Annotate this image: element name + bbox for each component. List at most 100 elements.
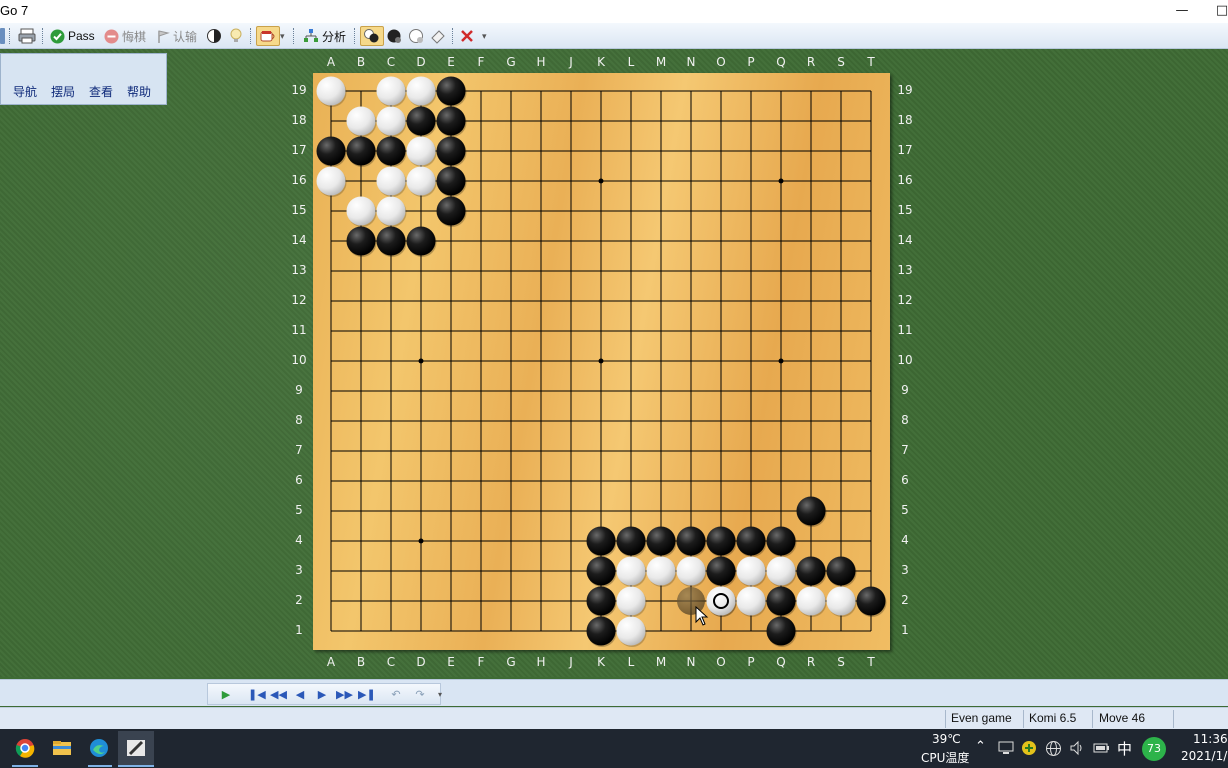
play-icon[interactable]: ▶	[218, 688, 234, 702]
next-move-icon[interactable]: ▶	[314, 688, 330, 702]
black-stone-icon	[387, 29, 401, 43]
clock-time[interactable]: 11:36	[1193, 732, 1228, 746]
previous-move-icon[interactable]: ◀	[292, 688, 308, 702]
row-label-left: 2	[295, 593, 303, 607]
white-stone	[616, 556, 646, 586]
column-label-top: H	[536, 55, 546, 69]
plus-badge-icon[interactable]	[1021, 740, 1037, 756]
undo-button[interactable]: 悔棋	[104, 26, 146, 46]
column-label-bottom: N	[686, 655, 696, 669]
row-label-left: 1	[295, 623, 303, 637]
row-label-right: 19	[897, 83, 913, 97]
board-grid[interactable]	[313, 73, 890, 650]
active-indicator	[118, 765, 154, 767]
minimize-button[interactable]: —	[1162, 0, 1202, 23]
chevron-up-icon[interactable]: ⌃	[975, 739, 986, 754]
navigation-bar: ▶ ❚◀ ◀◀ ◀ ▶ ▶▶ ▶❚ ↶ ↷ ▾	[0, 679, 1228, 706]
row-label-right: 17	[897, 143, 913, 157]
tea-button[interactable]	[256, 26, 280, 46]
security-badge[interactable]: 73	[1142, 737, 1166, 761]
toolbar-separator	[250, 28, 252, 44]
toolbar-overflow-icon[interactable]: ▾	[280, 26, 285, 46]
row-label-right: 3	[901, 563, 909, 577]
stones-button[interactable]	[360, 26, 384, 46]
row-label-right: 14	[897, 233, 913, 247]
chrome-icon[interactable]	[14, 737, 36, 759]
clock-date[interactable]: 2021/1/	[1181, 749, 1227, 763]
column-label-top: O	[716, 55, 726, 69]
column-label-bottom: A	[326, 655, 336, 669]
first-move-icon[interactable]: ❚◀	[248, 688, 266, 702]
edge-icon[interactable]	[88, 737, 110, 759]
go-board[interactable]	[313, 73, 890, 650]
white-stone-button[interactable]	[408, 26, 424, 46]
column-label-bottom: M	[655, 655, 667, 669]
white-stone	[706, 586, 736, 616]
go-app-icon[interactable]	[125, 737, 147, 759]
black-stone	[676, 526, 706, 556]
white-stone	[616, 616, 646, 646]
column-label-top: E	[447, 55, 455, 69]
print-button[interactable]	[18, 26, 36, 46]
black-stone	[796, 556, 826, 586]
black-stone	[766, 526, 796, 556]
monitor-icon[interactable]	[998, 741, 1014, 755]
status-game-type: Even game	[951, 711, 1012, 725]
undo-icon	[104, 29, 119, 43]
toolbar-edge-icon[interactable]	[0, 26, 5, 46]
black-stone	[436, 166, 466, 196]
variation-down-icon[interactable]: ↷	[412, 688, 428, 702]
star-point	[778, 358, 784, 364]
column-label-top: R	[806, 55, 816, 69]
white-stone	[796, 586, 826, 616]
row-label-right: 4	[901, 533, 909, 547]
battery-icon[interactable]	[1093, 741, 1110, 755]
black-stone	[586, 586, 616, 616]
close-icon	[461, 30, 473, 42]
tab-navigate[interactable]: 导航	[13, 83, 37, 100]
black-stone	[766, 616, 796, 646]
status-divider	[1023, 710, 1024, 728]
row-label-left: 13	[291, 263, 307, 277]
tab-help[interactable]: 帮助	[127, 83, 151, 100]
column-label-bottom: H	[536, 655, 546, 669]
teacup-icon	[260, 31, 275, 42]
column-label-top: S	[837, 55, 845, 69]
resign-button[interactable]: 认输	[156, 26, 197, 46]
column-label-bottom: S	[837, 655, 845, 669]
toolbar-overflow-icon[interactable]: ▾	[482, 26, 487, 46]
hint-button[interactable]	[229, 26, 243, 46]
forward-ten-icon[interactable]: ▶▶	[336, 688, 353, 702]
column-label-top: G	[506, 55, 516, 69]
row-label-right: 13	[897, 263, 913, 277]
input-method-indicator[interactable]: 中	[1117, 738, 1132, 759]
last-move-icon[interactable]: ▶❚	[358, 688, 376, 702]
white-stone	[376, 76, 406, 106]
variation-up-icon[interactable]: ↶	[388, 688, 404, 702]
globe-icon[interactable]	[1045, 740, 1062, 757]
back-ten-icon[interactable]: ◀◀	[270, 688, 287, 702]
row-label-left: 17	[291, 143, 307, 157]
black-stone	[436, 106, 466, 136]
black-stone	[316, 136, 346, 166]
status-divider	[945, 710, 946, 728]
black-stone	[436, 136, 466, 166]
estimate-button[interactable]	[206, 26, 222, 46]
mouse-cursor-icon	[695, 606, 709, 626]
white-stone	[346, 196, 376, 226]
pass-button[interactable]: Pass	[50, 26, 95, 46]
column-label-bottom: Q	[776, 655, 786, 669]
close-game-button[interactable]	[460, 26, 474, 46]
black-stone	[586, 526, 616, 556]
tab-view[interactable]: 查看	[89, 83, 113, 100]
speaker-icon[interactable]	[1069, 740, 1085, 756]
analyze-button[interactable]: 分析	[303, 26, 346, 46]
title-bar: Go 7 — □	[0, 0, 1228, 23]
file-explorer-icon[interactable]	[51, 737, 73, 759]
eraser-button[interactable]	[430, 26, 446, 46]
black-stone	[616, 526, 646, 556]
nav-overflow-icon[interactable]: ▾	[432, 688, 448, 702]
tab-setup[interactable]: 摆局	[51, 83, 75, 100]
black-stone-button[interactable]	[386, 26, 402, 46]
maximize-button[interactable]: □	[1202, 0, 1228, 23]
